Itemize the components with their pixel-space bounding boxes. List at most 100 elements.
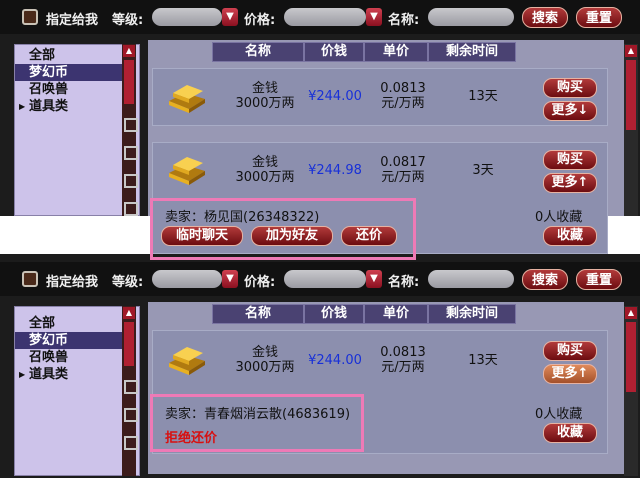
category-pets[interactable]: 召唤兽 (15, 349, 123, 366)
item-price: ¥244.98 (308, 163, 362, 178)
scroll-up-icon[interactable]: ▲ (123, 307, 135, 319)
category-currency[interactable]: 梦幻币 (15, 332, 123, 349)
name-label: 名称: (388, 13, 420, 28)
column-header-time-left: 剩余时间 (428, 42, 516, 62)
item-name: 金钱 3000万两 (225, 345, 305, 375)
column-header-time-left: 剩余时间 (428, 304, 516, 324)
unit-price-unit: 元/万两 (381, 360, 425, 375)
category-currency[interactable]: 梦幻币 (15, 64, 123, 81)
decorative-fret-pattern (124, 118, 138, 132)
reset-button[interactable]: 重置 (576, 7, 622, 28)
price-field[interactable] (284, 8, 366, 26)
scroll-up-icon[interactable]: ▲ (625, 307, 637, 319)
scroll-up-icon[interactable]: ▲ (625, 45, 637, 57)
category-pets[interactable]: 召唤兽 (15, 81, 123, 98)
gold-ingot-icon (169, 85, 205, 113)
buy-button[interactable]: 购买 (543, 150, 597, 170)
category-all[interactable]: 全部 (15, 47, 123, 64)
category-items-label: 道具类 (29, 367, 69, 382)
collect-button[interactable]: 收藏 (543, 423, 597, 443)
price-dropdown-arrow-icon[interactable]: ▼ (366, 8, 382, 26)
level-label: 等级: (112, 13, 144, 28)
unit-price-value: 0.0813 (380, 81, 426, 96)
category-items-label: 道具类 (29, 99, 69, 114)
item-amount: 3000万两 (235, 170, 295, 185)
level-dropdown-arrow-icon[interactable]: ▼ (222, 270, 238, 288)
unit-price-value: 0.0817 (380, 155, 426, 170)
item-time-left: 3天 (472, 163, 494, 178)
name-label: 名称: (388, 275, 420, 290)
more-button[interactable]: 更多↓ (543, 101, 597, 121)
favorites-count: 0人收藏 (535, 210, 583, 225)
decorative-fret-pattern (124, 146, 138, 160)
name-search-input[interactable] (428, 270, 514, 288)
buy-button[interactable]: 购买 (543, 78, 597, 98)
favorites-count: 0人收藏 (535, 407, 583, 422)
decorative-fret-pattern (124, 174, 138, 188)
search-bar: 指定给我 等级: ▼ 价格: ▼ 名称: 搜索 重置 (0, 0, 640, 34)
scroll-up-icon[interactable]: ▲ (123, 45, 135, 57)
seller-highlight-box (150, 198, 416, 260)
level-label: 等级: (112, 275, 144, 290)
submenu-arrow-icon: ▶ (19, 370, 26, 379)
assign-to-me-checkbox[interactable] (22, 9, 38, 25)
item-amount: 3000万两 (235, 360, 295, 375)
item-name-text: 金钱 (251, 155, 278, 170)
column-header-name: 名称 (212, 304, 304, 324)
listing-scrollbar[interactable]: ▲ (624, 44, 638, 216)
category-items[interactable]: ▶ 道具类 (15, 366, 123, 383)
price-dropdown-arrow-icon[interactable]: ▼ (366, 270, 382, 288)
scroll-thumb[interactable] (124, 322, 134, 366)
price-field[interactable] (284, 270, 366, 288)
category-items[interactable]: ▶ 道具类 (15, 98, 123, 115)
assign-to-me-checkbox[interactable] (22, 271, 38, 287)
assign-to-me-label: 指定给我 (46, 13, 99, 28)
unit-price-value: 0.0813 (380, 345, 426, 360)
assign-to-me-label: 指定给我 (46, 275, 99, 290)
column-header-unit-price: 单价 (364, 304, 428, 324)
price-label: 价格: (244, 13, 276, 28)
more-button[interactable]: 更多↑ (543, 364, 597, 384)
seller-highlight-box (150, 394, 364, 452)
column-header-price: 价钱 (304, 42, 364, 62)
decorative-fret-pattern (124, 380, 138, 394)
scroll-thumb[interactable] (124, 60, 134, 104)
buy-button[interactable]: 购买 (543, 341, 597, 361)
gold-ingot-icon (169, 157, 205, 185)
trade-panel-1: 指定给我 等级: ▼ 价格: ▼ 名称: 搜索 重置 全部 梦幻币 召唤兽 ▶ 道… (0, 0, 640, 260)
more-button[interactable]: 更多↑ (543, 173, 597, 193)
scroll-thumb[interactable] (626, 322, 636, 392)
submenu-arrow-icon: ▶ (19, 102, 26, 111)
column-header-name: 名称 (212, 42, 304, 62)
listing-scrollbar[interactable]: ▲ (624, 306, 638, 476)
search-button[interactable]: 搜索 (522, 269, 568, 290)
level-field[interactable] (152, 270, 222, 288)
item-name: 金钱 3000万两 (225, 155, 305, 185)
trade-panel-2: 指定给我 等级: ▼ 价格: ▼ 名称: 搜索 重置 全部 梦幻币 召唤兽 ▶ 道… (0, 262, 640, 478)
listing-row[interactable]: 金钱 3000万两 ¥244.00 0.0813 元/万两 13天 购买 更多↓ (152, 68, 608, 126)
item-name-text: 金钱 (251, 345, 278, 360)
item-name: 金钱 3000万两 (225, 81, 305, 111)
reset-button[interactable]: 重置 (576, 269, 622, 290)
gold-ingot-icon (169, 347, 205, 375)
unit-price-unit: 元/万两 (381, 96, 425, 111)
level-dropdown-arrow-icon[interactable]: ▼ (222, 8, 238, 26)
scroll-thumb[interactable] (626, 60, 636, 130)
collect-button[interactable]: 收藏 (543, 226, 597, 246)
item-price: ¥244.00 (308, 353, 362, 368)
item-time-left: 13天 (468, 89, 498, 104)
item-unit-price: 0.0813 元/万两 (371, 81, 435, 111)
search-bar: 指定给我 等级: ▼ 价格: ▼ 名称: 搜索 重置 (0, 262, 640, 296)
category-all[interactable]: 全部 (15, 315, 123, 332)
column-header-price: 价钱 (304, 304, 364, 324)
item-amount: 3000万两 (235, 96, 295, 111)
item-unit-price: 0.0813 元/万两 (371, 345, 435, 375)
level-field[interactable] (152, 8, 222, 26)
name-search-input[interactable] (428, 8, 514, 26)
search-button[interactable]: 搜索 (522, 7, 568, 28)
decorative-fret-pattern (124, 408, 138, 422)
item-price: ¥244.00 (308, 89, 362, 104)
decorative-fret-pattern (124, 202, 138, 216)
column-header-unit-price: 单价 (364, 42, 428, 62)
item-time-left: 13天 (468, 353, 498, 368)
